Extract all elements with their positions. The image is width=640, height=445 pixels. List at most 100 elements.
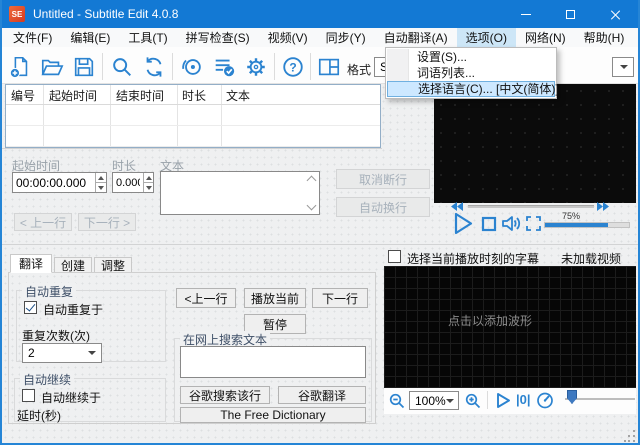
waveform-zoom-combobox[interactable]: 100% xyxy=(409,391,459,410)
prev-line-play-button[interactable]: <上一行 xyxy=(176,288,236,308)
maximize-icon xyxy=(566,10,575,19)
play-icon[interactable] xyxy=(452,211,475,236)
menu-tools[interactable]: 工具(T) xyxy=(119,28,176,47)
duration-spinner[interactable] xyxy=(143,173,153,192)
options-dropdown-menu: 设置(S)... 词语列表... 选择语言(C)... [中文(简体)] xyxy=(385,47,557,99)
video-display[interactable] xyxy=(434,84,636,203)
auto-repeat-group-label: 自动重复 xyxy=(22,283,76,300)
menu-video[interactable]: 视频(V) xyxy=(259,28,317,47)
column-duration[interactable]: 时长 xyxy=(182,87,206,104)
auto-continue-group-label: 自动继续 xyxy=(20,371,74,388)
autowrap-button[interactable]: 自动换行 xyxy=(336,197,430,217)
select-current-subtitle-checkbox[interactable] xyxy=(388,250,401,263)
new-file-icon[interactable] xyxy=(8,55,32,79)
prev-line-button[interactable]: < 上一行 xyxy=(14,213,72,231)
menu-file[interactable]: 文件(F) xyxy=(4,28,61,47)
unbreak-button[interactable]: 取消断行 xyxy=(336,169,430,189)
toolbar-separator xyxy=(102,53,103,80)
volume-fill xyxy=(545,223,608,227)
stop-icon[interactable] xyxy=(481,216,497,232)
delay-label: 延时(秒) xyxy=(17,407,61,424)
google-translate-button[interactable]: 谷歌翻译 xyxy=(278,386,366,404)
tab-translate[interactable]: 翻译 xyxy=(10,254,52,273)
auto-continue-checkbox-label: 自动继续于 xyxy=(41,389,101,406)
start-time-input[interactable] xyxy=(12,172,107,193)
auto-repeat-checkbox[interactable] xyxy=(24,301,37,314)
zoom-out-icon[interactable] xyxy=(389,393,405,409)
seek-forward-icon[interactable] xyxy=(596,201,610,212)
waveform-play-icon[interactable] xyxy=(495,392,511,409)
google-search-line-button[interactable]: 谷歌搜索该行 xyxy=(180,386,270,404)
close-icon xyxy=(610,9,621,20)
menu-item-word-lists[interactable]: 词语列表... xyxy=(387,65,555,81)
find-icon[interactable] xyxy=(110,55,134,79)
column-end-time[interactable]: 结束时间 xyxy=(116,87,164,104)
toolbar-separator xyxy=(274,53,275,80)
replace-icon[interactable] xyxy=(142,55,166,79)
visual-sync-icon[interactable] xyxy=(180,55,204,79)
resize-grip[interactable] xyxy=(624,428,636,442)
play-from-start-icon[interactable]: |0| xyxy=(516,392,531,407)
video-status-label: 未加载视频 xyxy=(561,250,621,267)
maximize-button[interactable] xyxy=(548,0,593,28)
chevron-down-icon xyxy=(620,65,628,69)
auto-repeat-checkbox-label: 自动重复于 xyxy=(43,301,103,318)
column-number[interactable]: 编号 xyxy=(11,87,35,104)
settings-gear-icon[interactable] xyxy=(244,55,268,79)
zoom-in-icon[interactable] xyxy=(465,393,481,409)
window-title: Untitled - Subtitle Edit 4.0.8 xyxy=(33,7,178,21)
tab-adjust[interactable]: 调整 xyxy=(94,257,132,273)
menu-network[interactable]: 网络(N) xyxy=(516,28,575,47)
auto-continue-checkbox[interactable] xyxy=(22,389,35,402)
column-start-time[interactable]: 起始时间 xyxy=(49,87,97,104)
chevron-down-icon xyxy=(446,399,454,403)
web-search-input[interactable] xyxy=(180,346,366,378)
waveform-display[interactable]: 点击以添加波形 xyxy=(384,266,636,388)
toolbar-separator xyxy=(310,53,311,80)
menu-item-settings[interactable]: 设置(S)... xyxy=(387,49,555,65)
app-icon: SE xyxy=(9,6,25,22)
menu-autotranslate[interactable]: 自动翻译(A) xyxy=(375,28,457,47)
volume-percent-label: 75% xyxy=(562,211,580,221)
open-file-icon[interactable] xyxy=(40,55,64,79)
menu-options[interactable]: 选项(O) xyxy=(457,28,516,47)
tab-create[interactable]: 创建 xyxy=(54,257,92,273)
titlebar: SE Untitled - Subtitle Edit 4.0.8 xyxy=(2,0,638,28)
playback-speed-icon[interactable] xyxy=(536,391,554,409)
minimize-icon xyxy=(521,14,531,15)
volume-icon[interactable] xyxy=(501,214,521,233)
free-dictionary-button[interactable]: The Free Dictionary xyxy=(180,407,366,423)
volume-slider[interactable] xyxy=(544,222,630,228)
menu-sync[interactable]: 同步(Y) xyxy=(317,28,375,47)
subtitle-list[interactable]: 编号 起始时间 结束时间 时长 文本 xyxy=(5,84,381,148)
repeat-count-label: 重复次数(次) xyxy=(22,327,90,344)
spell-check-icon[interactable] xyxy=(212,55,236,79)
repeat-count-combobox[interactable]: 2 xyxy=(22,343,102,363)
waveform-placeholder: 点击以添加波形 xyxy=(448,312,532,329)
menu-spellcheck[interactable]: 拼写检查(S) xyxy=(177,28,259,47)
menu-help[interactable]: 帮助(H) xyxy=(575,28,634,47)
menu-edit[interactable]: 编辑(E) xyxy=(61,28,119,47)
select-current-subtitle-label: 选择当前播放时刻的字幕 xyxy=(407,250,539,267)
toolbar-separator xyxy=(172,53,173,80)
menu-item-choose-language[interactable]: 选择语言(C)... [中文(简体)] xyxy=(387,81,555,97)
duration-input[interactable] xyxy=(112,172,154,193)
app-window: SE Untitled - Subtitle Edit 4.0.8 文件(F) … xyxy=(0,0,640,445)
close-button[interactable] xyxy=(593,0,638,28)
save-icon[interactable] xyxy=(72,55,96,79)
layout-icon[interactable] xyxy=(317,55,341,79)
play-current-button[interactable]: 播放当前 xyxy=(244,288,306,308)
video-seekbar[interactable] xyxy=(468,205,594,208)
format-label: 格式 xyxy=(347,61,371,78)
next-line-play-button[interactable]: 下一行 xyxy=(312,288,368,308)
encoding-combobox[interactable] xyxy=(612,57,634,77)
help-icon[interactable]: ? xyxy=(281,55,305,79)
fullscreen-icon[interactable] xyxy=(526,216,541,231)
start-time-spinner[interactable] xyxy=(95,173,106,192)
subtitle-text-input[interactable] xyxy=(160,171,320,215)
svg-text:?: ? xyxy=(289,61,296,75)
minimize-button[interactable] xyxy=(503,0,548,28)
menubar: 文件(F) 编辑(E) 工具(T) 拼写检查(S) 视频(V) 同步(Y) 自动… xyxy=(2,28,638,47)
column-text[interactable]: 文本 xyxy=(226,87,250,104)
next-line-button[interactable]: 下一行 > xyxy=(78,213,136,231)
